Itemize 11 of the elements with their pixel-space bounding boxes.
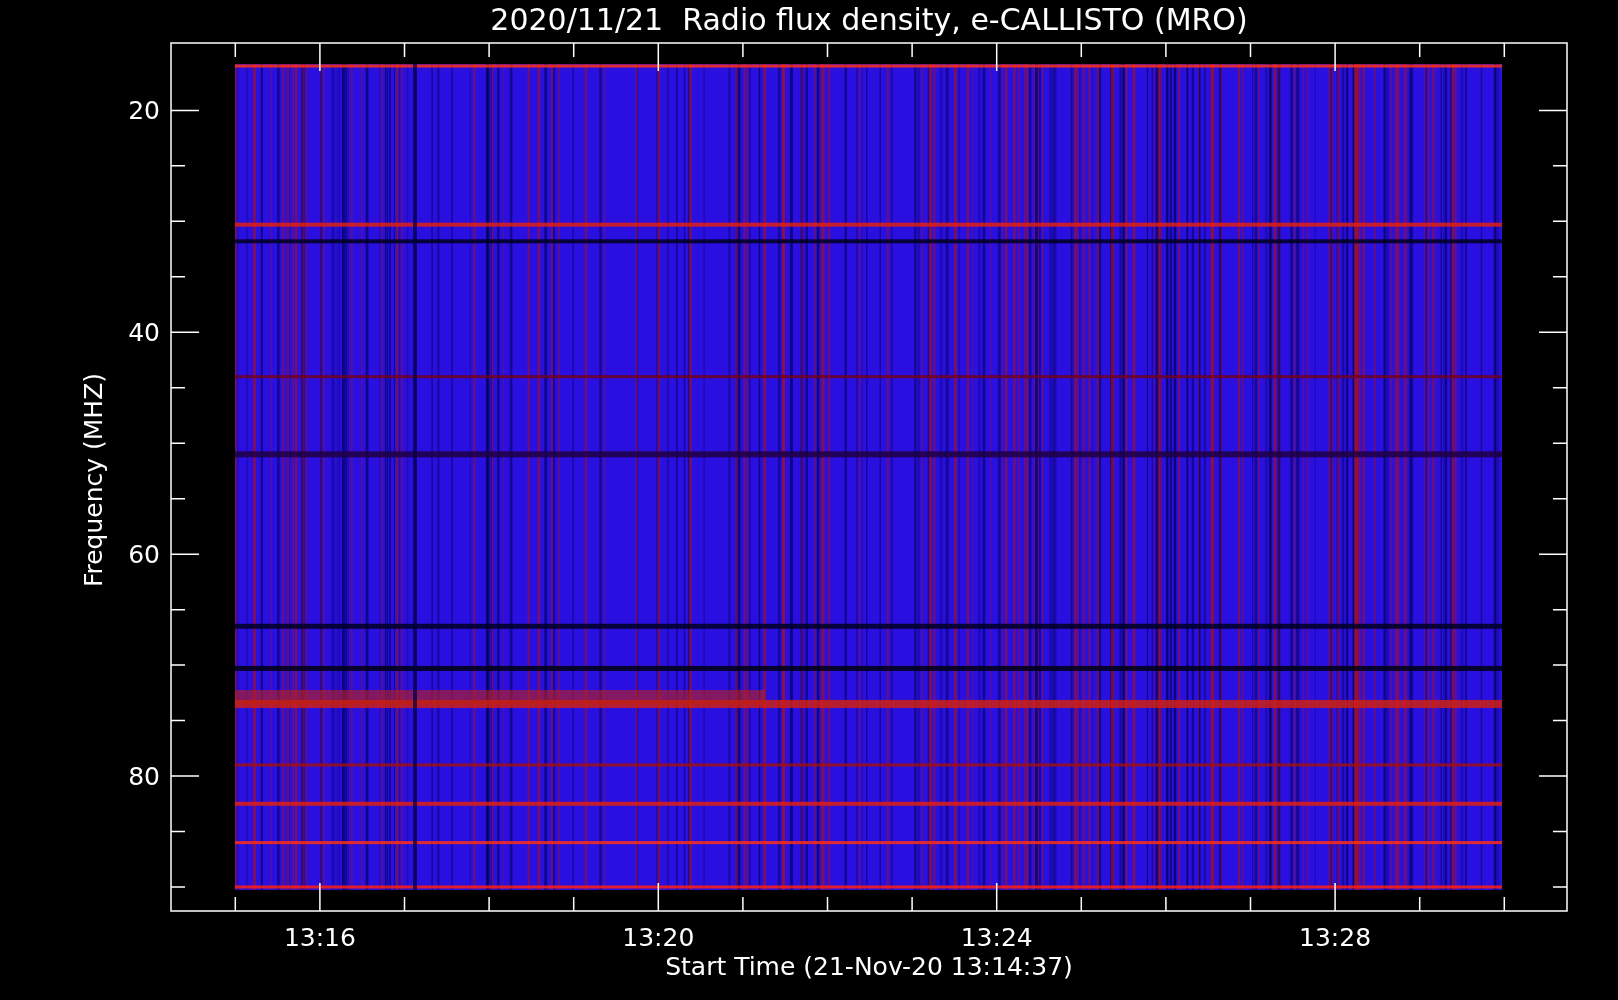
x-tick-label: 13:28: [1299, 923, 1372, 952]
x-tick-label: 13:20: [622, 923, 695, 952]
y-tick-label: 80: [128, 762, 160, 792]
x-tick-label: 13:16: [283, 923, 356, 952]
chart-title: 2020/11/21 Radio flux density, e-CALLISTO (MRO): [490, 2, 1248, 37]
y-tick-label: 40: [128, 318, 160, 348]
y-tick-label: 20: [128, 96, 160, 126]
x-tick-label: 13:24: [960, 923, 1033, 952]
y-axis-label: Frequency (MHZ): [79, 372, 108, 588]
y-tick-label: 60: [128, 540, 160, 570]
x-axis-label: Start Time (21-Nov-20 13:14:37): [665, 952, 1073, 981]
